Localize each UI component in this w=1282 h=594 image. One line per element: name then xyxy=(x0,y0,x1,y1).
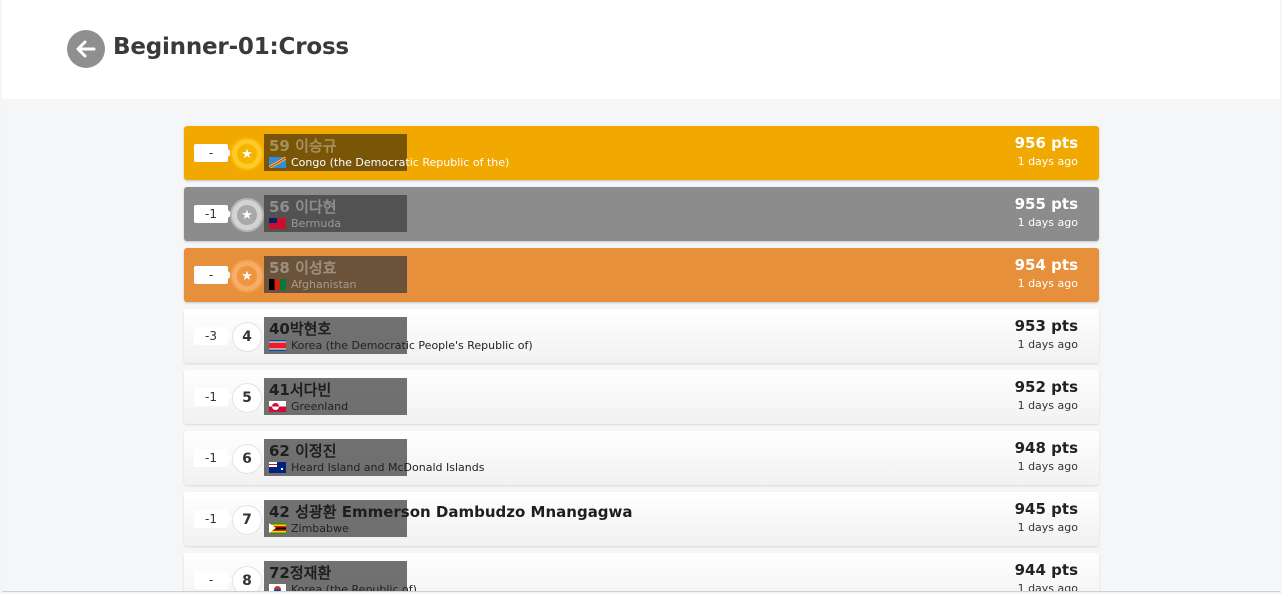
flag-greenland-icon xyxy=(269,400,286,412)
player-name: 59 이승규 xyxy=(269,137,337,155)
flag-south-korea-icon xyxy=(269,583,286,591)
player-name: 72정재환 xyxy=(269,564,332,582)
rank-number: 8 xyxy=(233,567,261,591)
rank-change: -1 xyxy=(194,205,232,223)
player-name: 58 이성효 xyxy=(269,259,337,277)
time-ago: 1 days ago xyxy=(1017,338,1078,351)
time-ago: 1 days ago xyxy=(1017,277,1078,290)
time-ago: 1 days ago xyxy=(1017,460,1078,473)
rank-number: 6 xyxy=(233,445,261,473)
player-country: Afghanistan xyxy=(269,277,356,291)
back-button[interactable] xyxy=(67,30,105,68)
rank-change: - xyxy=(194,571,232,589)
gold-medal-icon: ★ xyxy=(232,139,262,169)
flag-congo-drc-icon xyxy=(269,156,286,168)
points: 954 pts xyxy=(1014,256,1078,274)
points: 956 pts xyxy=(1014,134,1078,152)
leaderboard-row[interactable]: -1 ★ 56 이다현 Bermuda 955 pts 1 days ago xyxy=(184,187,1099,241)
time-ago: 1 days ago xyxy=(1017,582,1078,592)
country-name: Greenland xyxy=(291,399,349,413)
player-country: Korea (the Democratic People's Republic … xyxy=(269,338,533,352)
rank-change: -3 xyxy=(194,327,232,345)
player-country: Zimbabwe xyxy=(269,521,349,535)
player-country: Bermuda xyxy=(269,216,341,230)
page-header: Beginner-01:Cross xyxy=(2,0,1280,99)
country-name: Heard Island and McDonald Islands xyxy=(291,460,485,474)
flag-heard-island-icon xyxy=(269,461,286,473)
leaderboard-page: Beginner-01:Cross - ★ 59 이승규 Congo (the … xyxy=(2,0,1280,592)
player-name: 41서다빈 xyxy=(269,381,332,399)
rank-number: 4 xyxy=(233,323,261,351)
country-name: Korea (the Democratic People's Republic … xyxy=(291,338,533,352)
leaderboard-row[interactable]: - 8 72정재환 Korea (the Republic of) 944 pt… xyxy=(184,553,1099,592)
player-name: 42 성광환 Emmerson Dambudzo Mnangagwa xyxy=(269,503,633,521)
player-country: Heard Island and McDonald Islands xyxy=(269,460,484,474)
leaderboard-row[interactable]: - ★ 59 이승규 Congo (the Democratic Republi… xyxy=(184,126,1099,180)
star-icon: ★ xyxy=(237,266,257,286)
country-name: Bermuda xyxy=(291,216,342,230)
leaderboard-row[interactable]: -1 5 41서다빈 Greenland 952 pts 1 days ago xyxy=(184,370,1099,424)
flag-afghanistan-icon xyxy=(269,278,286,290)
flag-bermuda-icon xyxy=(269,217,286,229)
leaderboard-row[interactable]: - ★ 58 이성효 Afghanistan 954 pts 1 days ag… xyxy=(184,248,1099,302)
points: 952 pts xyxy=(1014,378,1078,396)
page-title: Beginner-01:Cross xyxy=(113,34,349,60)
rank-change: -1 xyxy=(194,510,232,528)
player-name: 56 이다현 xyxy=(269,198,337,216)
player-country: Korea (the Republic of) xyxy=(269,582,417,592)
bronze-medal-icon: ★ xyxy=(232,261,262,291)
points: 944 pts xyxy=(1014,561,1078,579)
country-name: Korea (the Republic of) xyxy=(291,582,417,592)
leaderboard-row[interactable]: -3 4 40박현호 Korea (the Democratic People'… xyxy=(184,309,1099,363)
leaderboard-row[interactable]: -1 7 42 성광환 Emmerson Dambudzo Mnangagwa … xyxy=(184,492,1099,546)
rank-change: - xyxy=(194,266,232,284)
rank-number: 7 xyxy=(233,506,261,534)
rank-change: - xyxy=(194,144,232,162)
rank-change: -1 xyxy=(194,388,232,406)
silver-medal-icon: ★ xyxy=(232,200,262,230)
star-icon: ★ xyxy=(237,144,257,164)
country-name: Zimbabwe xyxy=(291,521,349,535)
flag-north-korea-icon xyxy=(269,339,286,351)
arrow-left-icon xyxy=(76,40,96,58)
country-name: Afghanistan xyxy=(291,277,357,291)
star-icon: ★ xyxy=(237,205,257,225)
time-ago: 1 days ago xyxy=(1017,399,1078,412)
points: 948 pts xyxy=(1014,439,1078,457)
time-ago: 1 days ago xyxy=(1017,216,1078,229)
player-country: Greenland xyxy=(269,399,348,413)
country-name: Congo (the Democratic Republic of the) xyxy=(291,155,510,169)
flag-zimbabwe-icon xyxy=(269,522,286,534)
time-ago: 1 days ago xyxy=(1017,521,1078,534)
points: 945 pts xyxy=(1014,500,1078,518)
points: 953 pts xyxy=(1014,317,1078,335)
points: 955 pts xyxy=(1014,195,1078,213)
player-name: 40박현호 xyxy=(269,320,332,338)
rank-number: 5 xyxy=(233,384,261,412)
player-name: 62 이정진 xyxy=(269,442,337,460)
player-country: Congo (the Democratic Republic of the) xyxy=(269,155,509,169)
leaderboard-list: - ★ 59 이승규 Congo (the Democratic Republi… xyxy=(184,126,1099,592)
leaderboard-row[interactable]: -1 6 62 이정진 Heard Island and McDonald Is… xyxy=(184,431,1099,485)
rank-change: -1 xyxy=(194,449,232,467)
time-ago: 1 days ago xyxy=(1017,155,1078,168)
